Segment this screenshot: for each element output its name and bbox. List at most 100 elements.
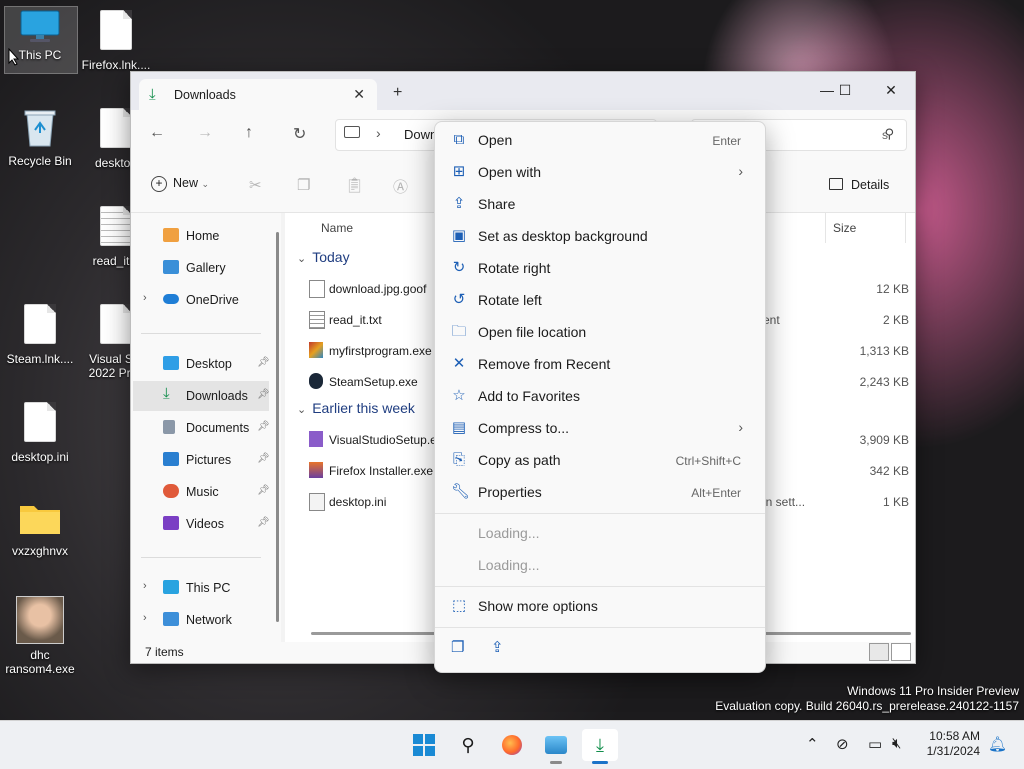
details-view-icon[interactable] <box>869 643 889 661</box>
desktop-icon-firefox-lnk[interactable]: Firefox.lnk.... <box>80 10 152 72</box>
sidebar-item-label: OneDrive <box>186 293 239 307</box>
file-name: VisualStudioSetup.exe <box>329 433 450 447</box>
desktop-icon-ransom-exe[interactable]: dhc ransom4.exe <box>4 596 76 676</box>
chevron-right-icon[interactable]: › <box>143 292 147 304</box>
desktop-icon-folder[interactable]: vxzxghnvx <box>4 500 76 558</box>
file-size: 2,243 KB <box>859 375 909 389</box>
notification-bell-icon[interactable]: 🔔︎ <box>988 735 1007 753</box>
group-header-earlier[interactable]: ⌄ Earlier this week <box>297 400 415 416</box>
column-separator[interactable] <box>905 213 906 243</box>
network-disconnected-icon[interactable]: ⊘ <box>836 735 849 753</box>
desktop-icon-desktop-ini[interactable]: desktop.ini <box>4 402 76 464</box>
menu-item-properties[interactable]: 🔧︎ Properties Alt+Enter <box>443 476 757 508</box>
remove-icon: ✕ <box>452 355 466 372</box>
desktop-icon-steam-lnk[interactable]: Steam.lnk.... <box>4 304 76 366</box>
plus-icon: + <box>151 176 167 192</box>
refresh-icon[interactable]: ↻ <box>293 124 306 144</box>
text-file-icon <box>309 311 325 329</box>
desktop-icon-recycle-bin[interactable]: Recycle Bin <box>4 108 76 168</box>
display-icon[interactable]: ▭ <box>868 735 882 753</box>
rename-icon[interactable]: Ⓐ <box>393 176 408 197</box>
group-header-today[interactable]: ⌄ Today <box>297 249 350 265</box>
sidebar-item-network[interactable]: › Network <box>133 605 269 635</box>
clock[interactable]: 10:58 AM 1/31/2024 <box>918 729 980 759</box>
search-icon: ⚲ <box>884 126 894 141</box>
search-button[interactable]: ⚲ <box>450 729 486 761</box>
firefox-installer-icon <box>309 462 323 478</box>
menu-item-show-more-options[interactable]: ⬚ Show more options <box>443 590 757 622</box>
menu-item-compress[interactable]: ▤ Compress to... › <box>443 412 757 444</box>
menu-item-open[interactable]: ⧉ Open Enter <box>443 124 757 156</box>
copy-icon[interactable]: ❐ <box>297 176 310 194</box>
running-indicator <box>550 761 562 764</box>
menu-item-add-to-favorites[interactable]: ☆ Add to Favorites <box>443 380 757 412</box>
menu-item-rotate-left[interactable]: ↺ Rotate left <box>443 284 757 316</box>
sidebar-item-downloads[interactable]: ⤓ Downloads 📌︎ <box>133 381 270 411</box>
recycle-bin-icon <box>23 108 57 148</box>
column-header-size[interactable]: Size <box>833 221 856 235</box>
close-tab-icon[interactable]: ✕ <box>353 86 365 103</box>
share-icon[interactable]: ⇪ <box>491 638 504 656</box>
maximize-button[interactable]: ☐ <box>827 78 863 102</box>
compress-icon: ▤ <box>451 419 467 436</box>
cut-icon[interactable]: ✂ <box>249 176 262 194</box>
chevron-up-icon[interactable]: ⌃ <box>806 735 819 753</box>
clock-date: 1/31/2024 <box>926 744 980 758</box>
sidebar-item-gallery[interactable]: Gallery <box>133 253 269 283</box>
menu-item-copy-as-path[interactable]: ⎘ Copy as path Ctrl+Shift+C <box>443 444 757 476</box>
sidebar-item-thispc[interactable]: › This PC <box>133 573 269 603</box>
up-arrow-icon[interactable]: ↑ <box>245 124 253 142</box>
sidebar-item-label: Home <box>186 229 220 243</box>
start-button[interactable] <box>406 729 442 761</box>
back-arrow-icon[interactable]: ← <box>149 124 165 142</box>
taskbar-file-explorer[interactable]: ⤓ <box>582 729 618 764</box>
menu-item-open-file-location[interactable]: 🗀︎ Open file location <box>443 316 757 348</box>
sidebar-item-home[interactable]: Home <box>133 221 269 251</box>
menu-item-rotate-right[interactable]: ↻ Rotate right <box>443 252 757 284</box>
taskbar-photos[interactable] <box>538 729 574 764</box>
chevron-right-icon[interactable]: › <box>143 580 147 592</box>
tiles-view-icon[interactable] <box>891 643 911 661</box>
file-size: 342 KB <box>869 464 909 478</box>
close-window-button[interactable]: ✕ <box>873 78 909 102</box>
column-separator[interactable] <box>825 213 826 243</box>
menu-item-label: Remove from Recent <box>478 356 611 372</box>
menu-item-open-with[interactable]: ⊞ Open with › <box>443 156 757 188</box>
sidebar-item-videos[interactable]: Videos 📌︎ <box>133 509 270 539</box>
file-icon <box>309 280 325 298</box>
taskbar-firefox[interactable] <box>494 729 530 761</box>
sidebar-item-label: Documents <box>186 421 250 435</box>
column-header-name[interactable]: Name <box>321 221 353 235</box>
forward-arrow-icon[interactable]: → <box>197 124 213 142</box>
paste-icon[interactable]: 📋︎ <box>345 176 364 194</box>
details-button[interactable]: Details <box>829 178 889 192</box>
sidebar-item-documents[interactable]: Documents 📌︎ <box>133 413 270 443</box>
watermark-line: Windows 11 Pro Insider Preview <box>847 684 1019 698</box>
menu-item-remove-from-recent[interactable]: ✕ Remove from Recent <box>443 348 757 380</box>
menu-item-set-background[interactable]: ▣ Set as desktop background <box>443 220 757 252</box>
windows-logo-icon <box>413 734 435 756</box>
open-with-icon: ⊞ <box>452 163 466 180</box>
copy-icon[interactable]: ❐ <box>451 638 464 656</box>
title-bar: ⤓ Downloads ✕ + — ☐ ✕ <box>131 72 915 110</box>
sidebar-item-desktop[interactable]: Desktop 📌︎ <box>133 349 270 379</box>
visual-studio-icon <box>309 431 323 447</box>
pin-icon: 📌︎ <box>257 357 270 368</box>
sidebar-item-onedrive[interactable]: › OneDrive <box>133 285 269 315</box>
sidebar-scrollbar[interactable] <box>276 232 279 622</box>
new-tab-button[interactable]: + <box>393 84 402 102</box>
settings-file-icon <box>100 108 132 148</box>
sidebar-item-label: Music <box>186 485 219 499</box>
show-more-icon: ⬚ <box>451 597 467 614</box>
tab-downloads[interactable]: ⤓ Downloads ✕ <box>139 79 377 110</box>
sidebar-item-music[interactable]: Music 📌︎ <box>133 477 270 507</box>
firefox-icon <box>502 735 522 755</box>
exe-icon <box>309 342 323 358</box>
new-button[interactable]: + New ⌄ <box>151 176 209 192</box>
menu-item-share[interactable]: ⇪ Share <box>443 188 757 220</box>
folder-open-icon: 🗀︎ <box>451 323 467 340</box>
volume-muted-icon[interactable]: 🔇︎ <box>892 735 901 752</box>
sidebar-item-pictures[interactable]: Pictures 📌︎ <box>133 445 270 475</box>
home-icon <box>163 228 179 242</box>
chevron-right-icon[interactable]: › <box>143 612 147 624</box>
